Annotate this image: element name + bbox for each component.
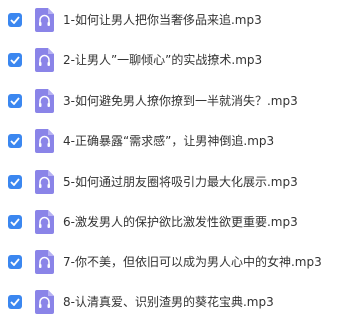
checkbox[interactable] <box>8 215 22 229</box>
file-list: 1-如何让男人把你当奢侈品来追.mp3 2-让男人”一聊倾心”的实战撩术.mp3… <box>0 0 340 324</box>
check-icon <box>10 218 20 226</box>
checkbox[interactable] <box>8 53 22 67</box>
check-icon <box>10 56 20 64</box>
check-icon <box>10 258 20 266</box>
file-name: 2-让男人”一聊倾心”的实战撩术.mp3 <box>63 53 263 67</box>
file-row[interactable]: 5-如何通过朋友圈将吸引力最大化展示.mp3 <box>0 162 340 202</box>
check-icon <box>10 178 20 186</box>
checkbox[interactable] <box>8 13 22 27</box>
audio-file-icon <box>35 89 54 113</box>
file-row[interactable]: 7-你不美，但依旧可以成为男人心中的女神.mp3 <box>0 242 340 282</box>
audio-file-icon <box>35 48 54 72</box>
file-row[interactable]: 6-激发男人的保护欲比激发性欲更重要.mp3 <box>0 202 340 242</box>
file-row[interactable]: 2-让男人”一聊倾心”的实战撩术.mp3 <box>0 40 340 80</box>
audio-file-icon <box>35 210 54 234</box>
checkbox[interactable] <box>8 94 22 108</box>
file-name: 4-正确暴露“需求感”，让男神倒追.mp3 <box>63 134 275 148</box>
checkbox[interactable] <box>8 134 22 148</box>
checkbox[interactable] <box>8 255 22 269</box>
file-name: 3-如何避免男人撩你撩到一半就消失？.mp3 <box>63 94 298 108</box>
audio-file-icon <box>35 290 54 314</box>
audio-file-icon <box>35 250 54 274</box>
checkbox[interactable] <box>8 175 22 189</box>
check-icon <box>10 16 20 24</box>
checkbox[interactable] <box>8 295 22 309</box>
audio-file-icon <box>35 129 54 153</box>
audio-file-icon <box>35 170 54 194</box>
file-name: 6-激发男人的保护欲比激发性欲更重要.mp3 <box>63 215 298 229</box>
check-icon <box>10 298 20 306</box>
file-name: 7-你不美，但依旧可以成为男人心中的女神.mp3 <box>63 255 322 269</box>
file-row[interactable]: 3-如何避免男人撩你撩到一半就消失？.mp3 <box>0 81 340 121</box>
file-row[interactable]: 8-认清真爱、识别渣男的葵花宝典.mp3 <box>0 282 340 322</box>
file-name: 8-认清真爱、识别渣男的葵花宝典.mp3 <box>63 295 274 309</box>
check-icon <box>10 137 20 145</box>
file-name: 1-如何让男人把你当奢侈品来追.mp3 <box>63 13 262 27</box>
file-row[interactable]: 1-如何让男人把你当奢侈品来追.mp3 <box>0 0 340 40</box>
file-row[interactable]: 4-正确暴露“需求感”，让男神倒追.mp3 <box>0 121 340 161</box>
check-icon <box>10 97 20 105</box>
audio-file-icon <box>35 8 54 32</box>
file-name: 5-如何通过朋友圈将吸引力最大化展示.mp3 <box>63 175 298 189</box>
